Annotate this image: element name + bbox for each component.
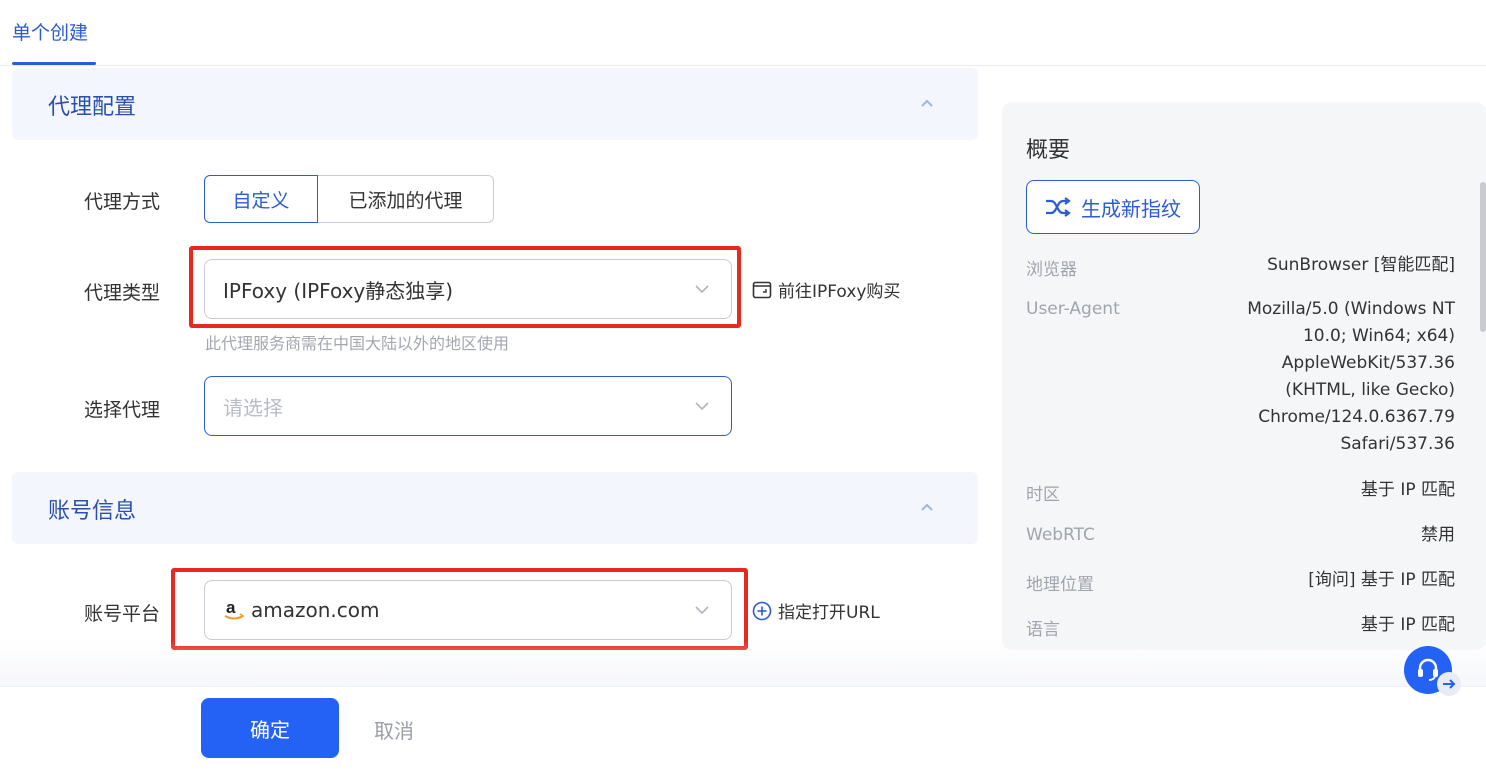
- specify-url-link[interactable]: 指定打开URL: [752, 598, 880, 623]
- footer-bar: 确定 取消: [0, 686, 1486, 772]
- summary-key-webrtc: WebRTC: [1026, 525, 1095, 545]
- confirm-button[interactable]: 确定: [201, 698, 339, 758]
- tab-bar: 单个创建: [0, 0, 1486, 66]
- useragent-line: AppleWebKit/537.36: [1281, 353, 1455, 373]
- proxy-method-added-button[interactable]: 已添加的代理: [318, 175, 494, 223]
- scroll-fade: [0, 640, 1486, 686]
- summary-key-browser: 浏览器: [1026, 260, 1077, 280]
- generate-fingerprint-label: 生成新指纹: [1081, 196, 1181, 221]
- summary-key-language: 语言: [1026, 620, 1060, 640]
- summary-scrollbar[interactable]: [1480, 182, 1486, 332]
- summary-key-useragent: User-Agent: [1026, 299, 1120, 319]
- summary-key-geolocation: 地理位置: [1026, 575, 1094, 595]
- tab-single-create[interactable]: 单个创建: [12, 18, 88, 45]
- account-platform-label: 账号平台: [84, 603, 161, 625]
- highlight-box-proxy-type: [189, 246, 741, 328]
- summary-value-geolocation: [询问] 基于 IP 匹配: [1308, 570, 1455, 590]
- select-proxy-placeholder: 请选择: [223, 395, 283, 420]
- useragent-line: Mozilla/5.0 (Windows NT: [1247, 299, 1455, 319]
- specify-url-text: 指定打开URL: [778, 603, 880, 623]
- useragent-line: Safari/537.36: [1340, 434, 1455, 454]
- proxy-method-label: 代理方式: [84, 191, 161, 213]
- cancel-button[interactable]: 取消: [374, 715, 414, 744]
- highlight-box-account-platform: [171, 568, 748, 650]
- useragent-line: 10.0; Win64; x64): [1302, 326, 1455, 346]
- summary-panel: 概要 生成新指纹 浏览器 SunBrowser [智能匹配] User-Agen…: [1002, 102, 1486, 650]
- generate-fingerprint-button[interactable]: 生成新指纹: [1026, 180, 1200, 234]
- select-proxy-input[interactable]: 请选择: [204, 376, 732, 436]
- plus-circle-icon: [752, 601, 772, 620]
- chevron-up-icon[interactable]: [920, 96, 934, 110]
- summary-key-timezone: 时区: [1026, 485, 1060, 505]
- chevron-down-icon: [695, 402, 709, 411]
- proxy-method-custom-button[interactable]: 自定义: [204, 175, 318, 223]
- arrow-right-icon[interactable]: [1437, 672, 1461, 696]
- select-proxy-label: 选择代理: [84, 399, 161, 421]
- tab-active-indicator: [12, 62, 96, 65]
- shuffle-icon: [1046, 197, 1071, 217]
- buy-ipfoxy-text: 前往IPFoxy购买: [778, 282, 901, 302]
- proxy-region-hint: 此代理服务商需在中国大陆以外的地区使用: [205, 334, 510, 353]
- useragent-line: (KHTML, like Gecko): [1285, 380, 1455, 400]
- summary-value-browser: SunBrowser [智能匹配]: [1267, 255, 1455, 275]
- summary-value-language: 基于 IP 匹配: [1360, 615, 1455, 635]
- account-section-title: 账号信息: [48, 499, 137, 524]
- chevron-up-icon[interactable]: [920, 500, 934, 514]
- summary-value-timezone: 基于 IP 匹配: [1360, 480, 1455, 500]
- proxy-section-title: 代理配置: [48, 95, 137, 120]
- summary-title: 概要: [1026, 138, 1071, 163]
- useragent-line: Chrome/124.0.6367.79: [1258, 407, 1455, 427]
- summary-value-webrtc: 禁用: [1421, 525, 1455, 545]
- proxy-type-label: 代理类型: [84, 282, 161, 304]
- account-section-header[interactable]: 账号信息: [12, 472, 978, 544]
- summary-value-useragent: Mozilla/5.0 (Windows NT 10.0; Win64; x64…: [1247, 296, 1455, 458]
- proxy-section-header[interactable]: 代理配置: [12, 68, 978, 140]
- buy-ipfoxy-link[interactable]: 前往IPFoxy购买: [752, 277, 900, 302]
- external-link-icon: [752, 281, 772, 298]
